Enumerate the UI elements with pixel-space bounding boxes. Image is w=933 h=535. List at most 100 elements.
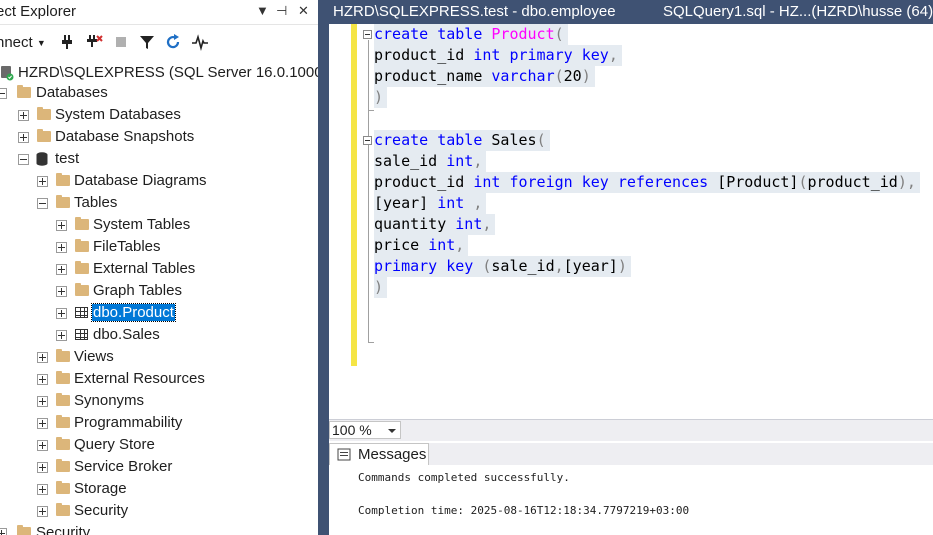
dropdown-arrow-icon[interactable]: ▼ <box>256 3 269 18</box>
region-end-marker <box>368 342 374 343</box>
tree-label: Service Broker <box>74 458 173 475</box>
expand-icon[interactable] <box>56 264 67 275</box>
tree-node-synonyms[interactable]: Synonyms <box>0 390 318 412</box>
panel-splitter[interactable] <box>318 0 329 535</box>
tree-label: test <box>55 150 80 167</box>
folder-icon <box>75 261 89 274</box>
disconnect-icon[interactable] <box>85 33 103 51</box>
table-icon <box>75 329 88 340</box>
refresh-icon[interactable] <box>164 33 182 51</box>
chevron-down-icon: ▼ <box>36 38 46 49</box>
expand-icon[interactable] <box>56 220 67 231</box>
code-line: create table Sales( <box>374 130 550 151</box>
code-line: [year] int , <box>374 193 487 214</box>
expand-icon[interactable] <box>37 352 48 363</box>
tree-label: Storage <box>74 480 127 497</box>
tree-label: System Tables <box>93 216 191 233</box>
tree-node-database-snapshots[interactable]: Database Snapshots <box>0 126 318 148</box>
tab-employee-table[interactable]: HZRD\SQLEXPRESS.test - dbo.employee <box>333 3 616 20</box>
results-pane: Messages Commands completed successfully… <box>329 441 933 535</box>
tree-node-storage[interactable]: Storage <box>0 478 318 500</box>
folder-icon <box>56 371 70 384</box>
code-line: product_id int primary key, <box>374 45 622 66</box>
expand-icon[interactable] <box>56 308 67 319</box>
connect-button[interactable]: nnect ▼ <box>0 34 46 51</box>
connect-plug-icon[interactable] <box>58 33 76 51</box>
folder-icon <box>75 217 89 230</box>
tab-sqlquery1[interactable]: SQLQuery1.sql - HZ...(HZRD\husse (64))* <box>663 3 933 20</box>
tree-node-dbo-sales[interactable]: dbo.Sales <box>0 324 318 346</box>
object-explorer-panel: ect Explorer ▼ ⊣ ✕ nnect ▼ HZRD\SQLEXPRE… <box>0 0 318 535</box>
filter-icon[interactable] <box>138 33 156 51</box>
folder-icon <box>56 195 70 208</box>
code-line: ) <box>374 87 388 108</box>
tree-node-system-databases[interactable]: System Databases <box>0 104 318 126</box>
tree-label: FileTables <box>93 238 161 255</box>
tree-node-external-tables[interactable]: External Tables <box>0 258 318 280</box>
tab-messages[interactable]: Messages <box>329 443 429 465</box>
expand-icon[interactable] <box>37 176 48 187</box>
tree-label: Databases <box>36 84 108 101</box>
collapse-region-icon[interactable] <box>363 30 372 39</box>
tree-node-databases[interactable]: Databases <box>0 82 318 104</box>
tree-node-service-broker[interactable]: Service Broker <box>0 456 318 478</box>
tree-label: Database Snapshots <box>55 128 195 145</box>
tree-node-graph-tables[interactable]: Graph Tables <box>0 280 318 302</box>
tree-node-system-tables[interactable]: System Tables <box>0 214 318 236</box>
expand-icon[interactable] <box>56 242 67 253</box>
folder-icon <box>56 393 70 406</box>
folder-icon <box>56 503 70 516</box>
expand-icon[interactable] <box>37 440 48 451</box>
expand-icon[interactable] <box>37 396 48 407</box>
code-line: primary key (sale_id,[year]) <box>374 256 631 277</box>
sql-editor[interactable]: create table Product( product_id int pri… <box>329 24 933 419</box>
expand-icon[interactable] <box>18 132 29 143</box>
tree-node-programmability[interactable]: Programmability <box>0 412 318 434</box>
tree-label: Query Store <box>74 436 155 453</box>
database-icon <box>36 152 48 166</box>
zoom-select[interactable]: 100 % <box>329 421 401 439</box>
tree-node-query-store[interactable]: Query Store <box>0 434 318 456</box>
stop-icon[interactable] <box>112 33 130 51</box>
tree-node-external-resources[interactable]: External Resources <box>0 368 318 390</box>
tree-label: Graph Tables <box>93 282 182 299</box>
collapse-icon[interactable] <box>0 88 7 99</box>
object-explorer-toolbar: nnect ▼ <box>0 28 318 56</box>
expand-icon[interactable] <box>37 484 48 495</box>
expand-icon[interactable] <box>37 506 48 517</box>
expand-icon[interactable] <box>0 528 7 535</box>
chevron-down-icon <box>388 429 396 433</box>
tree-node-filetables[interactable]: FileTables <box>0 236 318 258</box>
tree-node-test[interactable]: test <box>0 148 318 170</box>
pin-icon[interactable]: ⊣ <box>276 3 287 19</box>
tree-label: System Databases <box>55 106 181 123</box>
close-icon[interactable]: ✕ <box>298 3 309 19</box>
collapse-icon[interactable] <box>18 154 29 165</box>
tree-node-server-security[interactable]: Security <box>0 522 318 535</box>
tree-node-views[interactable]: Views <box>0 346 318 368</box>
tree-node-database-diagrams[interactable]: Database Diagrams <box>0 170 318 192</box>
tree-label: External Tables <box>93 260 196 277</box>
expand-icon[interactable] <box>37 462 48 473</box>
activity-monitor-icon[interactable] <box>191 33 209 51</box>
collapse-icon[interactable] <box>37 198 48 209</box>
expand-icon[interactable] <box>56 330 67 341</box>
expand-icon[interactable] <box>18 110 29 121</box>
folder-icon <box>17 525 31 535</box>
tree-label: Programmability <box>74 414 183 431</box>
tree-node-dbo-product[interactable]: dbo.Product <box>0 302 318 324</box>
tree-node-tables[interactable]: Tables <box>0 192 318 214</box>
expand-icon[interactable] <box>37 374 48 385</box>
change-margin-bar <box>351 24 357 366</box>
object-explorer-title: ect Explorer <box>0 3 77 20</box>
collapse-region-icon[interactable] <box>363 136 372 145</box>
connect-label: nnect <box>0 34 33 51</box>
folder-icon <box>75 283 89 296</box>
tree-node-db-security[interactable]: Security <box>0 500 318 522</box>
expand-icon[interactable] <box>56 286 67 297</box>
code-line: quantity int, <box>374 214 496 235</box>
messages-icon <box>337 448 351 461</box>
expand-icon[interactable] <box>37 418 48 429</box>
tree-node-server[interactable]: HZRD\SQLEXPRESS (SQL Server 16.0.1000 - … <box>0 62 318 84</box>
folder-icon <box>56 173 70 186</box>
